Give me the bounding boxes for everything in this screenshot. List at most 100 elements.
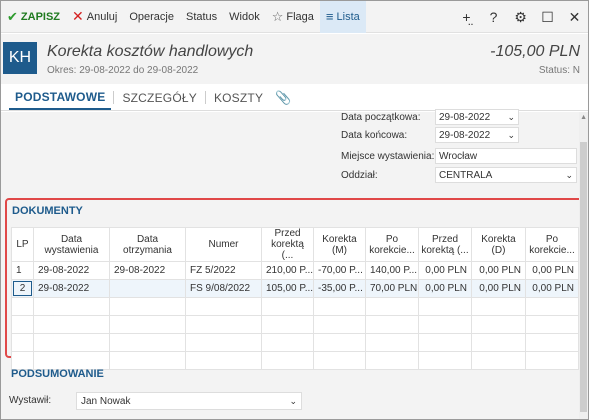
- tab-bar: PODSTAWOWE SZCZEGÓŁY KOSZTY 📎: [1, 85, 588, 111]
- save-label: ZAPISZ: [20, 10, 61, 23]
- lp-cell[interactable]: 2: [11, 279, 34, 298]
- after-correction-d-cell: 0,00 PLN: [525, 261, 579, 280]
- issued-by-select[interactable]: Jan Nowak ⌄: [76, 392, 302, 410]
- end-date-row: Data końcowa: 29-08-2022 ⌄: [341, 127, 519, 143]
- gear-icon[interactable]: ⚙: [507, 9, 534, 26]
- cancel-button[interactable]: ✕ Anuluj: [66, 1, 123, 33]
- receipt-date-cell: 29-08-2022: [109, 261, 186, 280]
- start-date-value: 29-08-2022: [439, 111, 491, 123]
- table-header-row: LP Data wystawienia Data otrzymania Nume…: [11, 227, 579, 262]
- place-label: Miejsce wystawienia:: [341, 150, 435, 162]
- end-date-field[interactable]: 29-08-2022 ⌄: [435, 127, 519, 143]
- flag-button[interactable]: ☆ Flaga: [266, 1, 320, 33]
- paperclip-icon[interactable]: 📎: [269, 85, 297, 110]
- start-date-field[interactable]: 29-08-2022 ⌄: [435, 109, 519, 125]
- correction-d-cell: 0,00 PLN: [471, 261, 526, 280]
- chevron-down-icon: ⌄: [507, 129, 515, 140]
- issued-by-value: Jan Nowak: [81, 395, 131, 407]
- operations-label: Operacje: [129, 10, 174, 23]
- after-correction-d-cell: 0,00 PLN: [525, 279, 579, 298]
- chevron-down-icon: ⌄: [565, 169, 573, 180]
- column-header[interactable]: Po korekcie...: [365, 227, 419, 262]
- column-header[interactable]: Po korekcie...: [525, 227, 579, 262]
- flag-label: Flaga: [286, 10, 314, 23]
- branch-label: Oddział:: [341, 169, 378, 181]
- tab-szczegoly[interactable]: SZCZEGÓŁY: [116, 85, 202, 110]
- column-header[interactable]: Data wystawienia: [33, 227, 110, 262]
- before-correction-d-cell: 0,00 PLN: [418, 261, 472, 280]
- tab-divider: [204, 91, 206, 104]
- view-label: Widok: [229, 10, 260, 23]
- column-header[interactable]: Korekta (D): [471, 227, 526, 262]
- after-correction-cell: 140,00 P...: [365, 261, 419, 280]
- start-date-row: Data początkowa: 29-08-2022 ⌄: [341, 109, 519, 125]
- receipt-date-cell: [109, 279, 186, 298]
- start-date-label: Data początkowa:: [341, 111, 421, 123]
- place-value: Wrocław: [439, 150, 478, 162]
- empty-row: [11, 315, 579, 334]
- cancel-label: Anuluj: [86, 10, 118, 23]
- view-menu[interactable]: Widok: [223, 1, 266, 33]
- lp-value: 2: [13, 281, 32, 296]
- maximize-icon[interactable]: ☐: [534, 9, 561, 26]
- status-menu[interactable]: Status: [180, 1, 223, 33]
- correction-d-cell: 0,00 PLN: [471, 279, 526, 298]
- issue-date-cell: 29-08-2022: [33, 261, 110, 280]
- close-window-icon[interactable]: ✕: [561, 9, 588, 26]
- scroll-up-icon[interactable]: ▲: [580, 114, 587, 121]
- column-header[interactable]: Przed korektą (...: [261, 227, 314, 262]
- documents-table: LP Data wystawienia Data otrzymania Nume…: [11, 227, 579, 370]
- before-correction-cell: 210,00 P...: [261, 261, 314, 280]
- list-button[interactable]: ≡ Lista: [319, 0, 366, 33]
- operations-menu[interactable]: Operacje: [123, 1, 180, 33]
- branch-select[interactable]: CENTRALA ⌄: [435, 167, 577, 183]
- list-icon: ≡: [325, 9, 334, 24]
- correction-m-cell: -35,00 P...: [313, 279, 366, 298]
- column-header[interactable]: Korekta (M): [313, 227, 366, 262]
- column-header[interactable]: Przed korektą (...: [418, 227, 472, 262]
- place-field[interactable]: Wrocław: [435, 148, 577, 164]
- before-correction-d-cell: 0,00 PLN: [418, 279, 472, 298]
- column-header[interactable]: Numer: [185, 227, 262, 262]
- document-header: KH Korekta kosztów handlowych Okres: 29-…: [1, 34, 588, 84]
- page-title: Korekta kosztów handlowych: [47, 43, 254, 60]
- table-row[interactable]: 2 29-08-2022 FS 9/08/2022 105,00 P... -3…: [11, 279, 579, 298]
- documents-section: DOKUMENTY LP Data wystawienia Data otrzy…: [5, 198, 583, 370]
- documents-title: DOKUMENTY: [12, 205, 83, 217]
- help-icon[interactable]: ?: [480, 9, 507, 25]
- list-label: Lista: [336, 10, 360, 23]
- end-date-label: Data końcowa:: [341, 129, 408, 141]
- correction-m-cell: -70,00 P...: [313, 261, 366, 280]
- end-date-value: 29-08-2022: [439, 129, 491, 141]
- empty-row: [11, 351, 579, 370]
- empty-row: [11, 297, 579, 316]
- save-button[interactable]: ✔ ZAPISZ: [1, 1, 66, 33]
- vertical-scrollbar[interactable]: ▲: [579, 112, 588, 419]
- tab-koszty[interactable]: KOSZTY: [208, 85, 269, 110]
- scrollbar-thumb[interactable]: [580, 142, 587, 412]
- main-content: Data początkowa: 29-08-2022 ⌄ Data końco…: [1, 109, 588, 419]
- total-amount: -105,00 PLN: [490, 43, 580, 60]
- lp-cell: 1: [11, 261, 34, 280]
- chevron-down-icon: ⌄: [507, 111, 515, 122]
- checkmark-icon: ✔: [7, 8, 18, 24]
- toolbar-right-icons: +̤ ? ⚙ ☐ ✕: [453, 1, 588, 33]
- star-icon: ☆: [271, 8, 284, 24]
- chevron-down-icon: ⌄: [289, 395, 297, 406]
- issue-date-cell: 29-08-2022: [33, 279, 110, 298]
- after-correction-cell: 70,00 PLN: [365, 279, 419, 298]
- before-correction-cell: 105,00 P...: [261, 279, 314, 298]
- column-header[interactable]: Data otrzymania: [109, 227, 186, 262]
- tab-podstawowe[interactable]: PODSTAWOWE: [9, 85, 112, 110]
- status-text: Status: N: [538, 65, 580, 76]
- summary-title: PODSUMOWANIE: [11, 368, 104, 380]
- table-row[interactable]: 1 29-08-2022 29-08-2022 FZ 5/2022 210,00…: [11, 261, 579, 280]
- period-text: Okres: 29-08-2022 do 29-08-2022: [47, 65, 199, 76]
- number-cell: FZ 5/2022: [185, 261, 262, 280]
- toolbar: ✔ ZAPISZ ✕ Anuluj Operacje Status Widok …: [1, 0, 588, 33]
- status-label: Status: [185, 10, 218, 23]
- empty-row: [11, 333, 579, 352]
- column-header[interactable]: LP: [11, 227, 34, 262]
- number-cell: FS 9/08/2022: [185, 279, 262, 298]
- add-window-icon[interactable]: +̤: [453, 9, 480, 25]
